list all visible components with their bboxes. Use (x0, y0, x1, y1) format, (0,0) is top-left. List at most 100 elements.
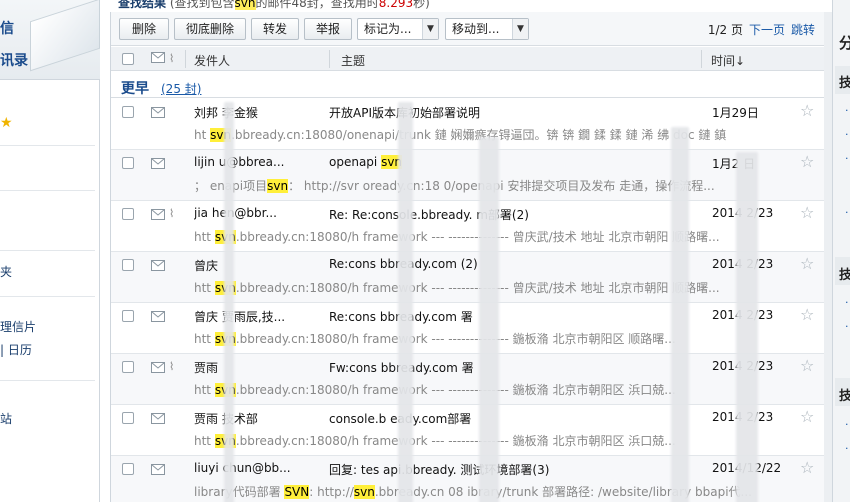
keyword-highlight: SVN (284, 485, 310, 499)
sidebar-item-postcard[interactable]: 理信片 (0, 318, 36, 335)
row-from[interactable]: 曾庆 (194, 257, 319, 274)
blur-overlay (479, 137, 499, 502)
paperclip-icon: ⌇ (169, 360, 175, 373)
row-preview: library代码部署 SVN: http://svn.bbready.cn 0… (194, 485, 752, 499)
table-row[interactable]: lijin u@bbrea... openapi svn 1月2 日 ☆； enapi… (111, 150, 825, 201)
column-subject[interactable]: 主题 (341, 52, 365, 69)
row-checkbox[interactable] (122, 208, 134, 220)
search-result-title: 查找结果 (118, 0, 167, 10)
table-row[interactable]: ⌇ jia hen@bbr... Re: Re:console.bbready. m… (111, 201, 825, 252)
right-link[interactable]: · (845, 104, 849, 117)
table-row[interactable]: 贾雨 技术部 console.b eady.com部署 2014 2/23 ☆ htt … (111, 405, 825, 456)
row-checkbox[interactable] (122, 259, 134, 271)
right-link[interactable]: · (845, 152, 849, 165)
row-preview: ht svn.bbready.cn:18080/onenapi/trunk 鏈 … (194, 128, 727, 142)
row-from[interactable]: 曾庆 贾雨辰,技... (194, 308, 319, 325)
page-info: 1/2 页 (707, 23, 743, 37)
row-checkbox[interactable] (122, 157, 134, 169)
row-checkbox[interactable] (122, 106, 134, 118)
star-icon[interactable]: ☆ (800, 407, 814, 426)
star-icon[interactable]: ☆ (800, 305, 814, 324)
star-icon[interactable]: ☆ (800, 101, 814, 120)
row-preview: htt svn.bbready.cn:18080/h framework ---… (194, 281, 720, 295)
row-preview: ； enapi项目svn： http://svr oready.cn:18 0/… (194, 179, 715, 193)
row-checkbox[interactable] (122, 361, 134, 373)
sidebar-item-calendar[interactable]: | 日历 (0, 341, 32, 358)
row-checkbox[interactable] (122, 310, 134, 322)
paperclip-icon[interactable]: ⌇ (169, 52, 174, 65)
star-icon[interactable]: ☆ (800, 356, 814, 375)
report-button[interactable]: 举报 (304, 18, 352, 40)
row-from[interactable]: lijin u@bbrea... (194, 155, 319, 169)
right-link[interactable]: · (845, 128, 849, 141)
star-icon[interactable]: ☆ (800, 254, 814, 273)
sidebar-item-site[interactable]: 站 (0, 410, 12, 427)
row-subject[interactable]: 回复: tes api.bbready. 测试环境部署(3) (329, 461, 699, 478)
column-time[interactable]: 时间↓ (711, 52, 745, 69)
row-subject[interactable]: 开放API版本库初始部署说明 (329, 104, 699, 121)
row-from[interactable]: 刘邦 李金猴 (194, 104, 319, 121)
right-mark: 技 (839, 76, 850, 91)
move-to-select[interactable]: 移动到... ▼ (445, 18, 529, 40)
mark-as-select[interactable]: 标记为... ▼ (357, 18, 439, 40)
column-from[interactable]: 发件人 (194, 52, 230, 69)
right-mark: 技 (839, 389, 850, 404)
table-row[interactable]: 曾庆Re:cons bbready.com (2)2014 2/23☆htt s… (111, 252, 825, 303)
purge-button[interactable]: 彻底删除 (174, 18, 246, 40)
row-preview: htt svn.bbready.cn:18080/h framework ---… (194, 230, 720, 244)
blur-overlay (224, 102, 234, 502)
row-subject[interactable]: Re:cons bbready.com 署 (329, 308, 699, 325)
row-from[interactable]: 贾雨 (194, 359, 319, 376)
select-all-checkbox[interactable] (122, 53, 134, 65)
table-row[interactable]: 曾庆 贾雨辰,技... Re:cons bbready.com 署 2014 2/2… (111, 303, 825, 354)
group-header: 更早 (25 封) (111, 72, 825, 98)
sidebar-item-folder[interactable]: 夹 (0, 263, 12, 280)
scrollbar[interactable] (824, 12, 832, 502)
jump-page-link[interactable]: 跳转 (791, 23, 815, 37)
star-icon[interactable]: ☆ (800, 152, 814, 171)
group-title: 更早 (121, 81, 149, 97)
envelope-icon (151, 158, 165, 172)
envelope-icon (151, 260, 165, 274)
row-checkbox[interactable] (122, 412, 134, 424)
right-link[interactable]: · (845, 418, 849, 431)
row-subject[interactable]: console.b eady.com部署 (329, 410, 699, 427)
table-row[interactable]: liuyi chun@bb... 回复: tes api.bbready. 测试环… (111, 456, 825, 502)
blur-overlay (736, 152, 758, 502)
envelope-icon[interactable] (151, 52, 165, 66)
right-link[interactable]: · (845, 206, 849, 219)
row-from[interactable]: 贾雨 技术部 (194, 410, 319, 427)
row-preview: htt svn.bbready.cn:18080/h framework ---… (194, 383, 676, 397)
right-link[interactable]: · (845, 442, 849, 455)
group-count[interactable]: (25 封) (161, 80, 201, 97)
row-from[interactable]: jia hen@bbr... (194, 206, 319, 220)
right-link[interactable]: · (845, 320, 849, 333)
row-preview: htt svn.bbready.cn:18080/h framework ---… (194, 434, 676, 448)
chevron-down-icon: ▼ (422, 19, 438, 39)
row-subject[interactable]: Re: Re:console.bbready. m部署(2) (329, 206, 699, 223)
right-heading: 分 (839, 34, 850, 52)
sidebar-compose-label[interactable]: 信 (0, 18, 14, 38)
row-checkbox[interactable] (122, 463, 134, 475)
star-icon[interactable]: ★ (0, 115, 13, 131)
row-subject[interactable]: openapi svn (329, 155, 699, 169)
star-icon[interactable]: ☆ (800, 458, 814, 477)
pager: 1/2 页下一页 跳转 (708, 21, 815, 38)
row-subject[interactable]: Re:cons bbready.com (2) (329, 257, 699, 271)
forward-button[interactable]: 转发 (251, 18, 299, 40)
divider (0, 296, 95, 297)
right-link[interactable]: · (845, 296, 849, 309)
table-row[interactable]: 刘邦 李金猴开放API版本库初始部署说明 1月29日 ☆ ht svn.bbready… (111, 99, 825, 150)
envelope-icon (151, 311, 165, 325)
delete-button[interactable]: 删除 (119, 18, 169, 40)
envelope-icon (151, 413, 165, 427)
star-icon[interactable]: ☆ (800, 203, 814, 222)
blur-overlay (671, 127, 689, 502)
sidebar-contacts-label[interactable]: 讯录 (0, 50, 28, 70)
table-row[interactable]: ⌇贾雨Fw:cons bbready.com 署2014 2/23☆htt sv… (111, 354, 825, 405)
row-from[interactable]: liuyi chun@bb... (194, 461, 319, 475)
next-page-link[interactable]: 下一页 (749, 23, 785, 37)
column-header: ⌇ 发件人 主题 时间↓ (111, 47, 825, 71)
right-mark: 技 (839, 268, 850, 283)
row-subject[interactable]: Fw:cons bbready.com 署 (329, 359, 699, 376)
